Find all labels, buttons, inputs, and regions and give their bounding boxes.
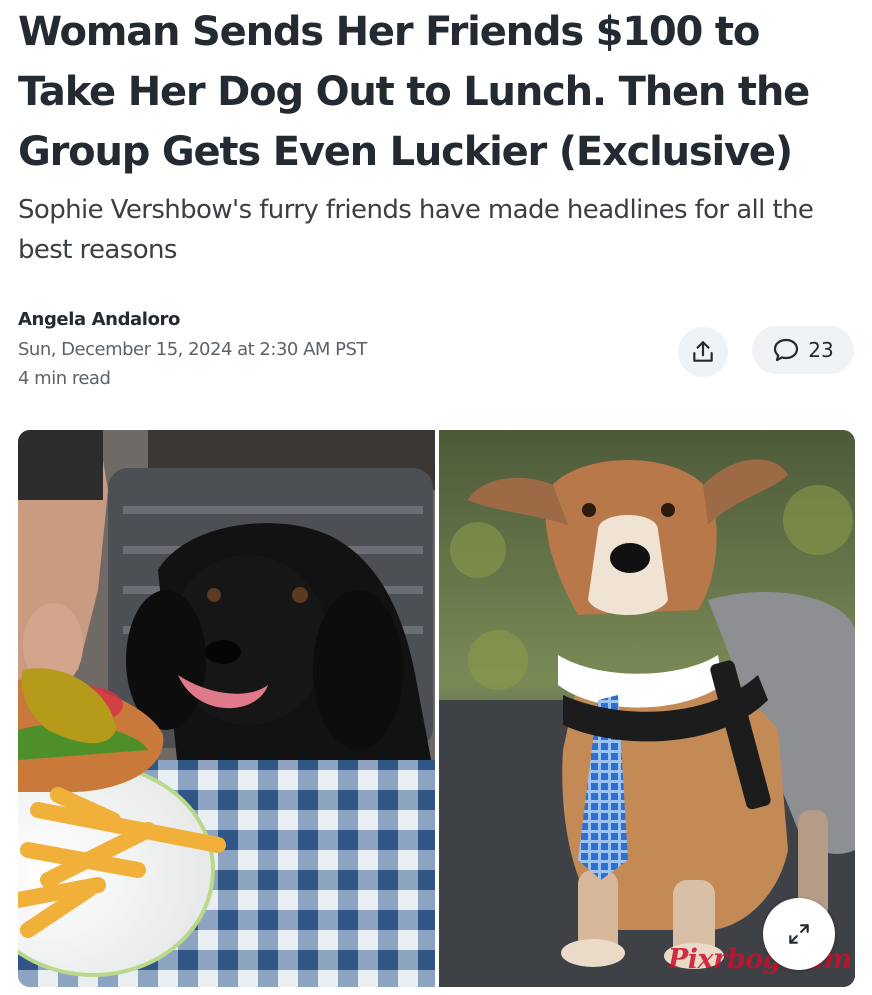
- byline: Angela Andaloro Sun, December 15, 2024 a…: [18, 308, 367, 393]
- share-upload-icon: [693, 341, 713, 362]
- article-headline: Woman Sends Her Friends $100 to Take Her…: [18, 9, 810, 175]
- comments-button[interactable]: 23: [752, 326, 854, 374]
- hero-image[interactable]: Pixrbog.com: [18, 430, 855, 987]
- publish-date: Sun, December 15, 2024 at 2:30 AM PST: [18, 339, 367, 360]
- share-button[interactable]: [678, 327, 728, 377]
- author-name[interactable]: Angela Andaloro: [18, 308, 367, 332]
- hero-photo-collage: [18, 430, 855, 987]
- expand-image-button[interactable]: [763, 898, 835, 970]
- article-subheadline: Sophie Vershbow's furry friends have mad…: [18, 195, 814, 265]
- comment-count: 23: [808, 338, 834, 362]
- expand-arrows-icon: [789, 924, 809, 944]
- read-time: 4 min read: [18, 368, 111, 389]
- speech-bubble-icon: [774, 338, 799, 362]
